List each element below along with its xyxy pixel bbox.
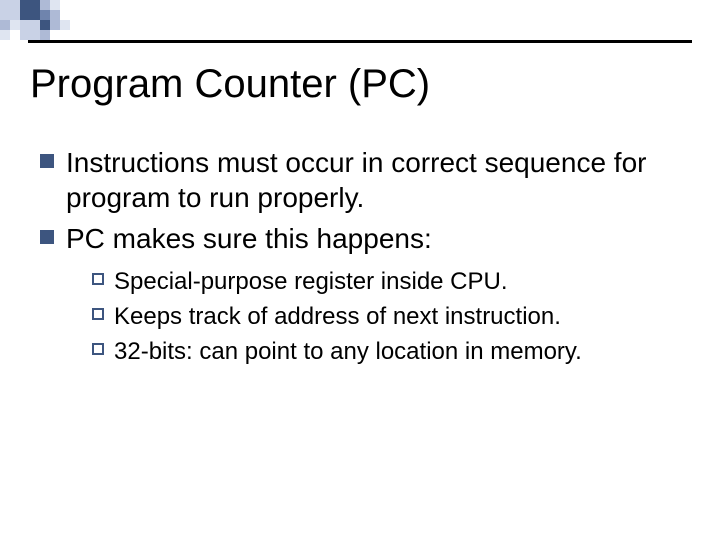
deco-square: [40, 10, 50, 20]
hollow-square-bullet-icon: [92, 308, 104, 320]
deco-square: [40, 0, 50, 10]
bullet-level2: Special-purpose register inside CPU.: [92, 266, 680, 297]
sub-bullet-group: Special-purpose register inside CPU. Kee…: [92, 266, 680, 368]
deco-square: [0, 30, 10, 40]
bullet-text: Instructions must occur in correct seque…: [66, 145, 680, 215]
deco-square: [50, 20, 60, 30]
text-emphasis: address of next instruction: [274, 303, 554, 330]
deco-square: [40, 30, 50, 40]
bullet-text: Keeps track of address of next instructi…: [114, 301, 561, 332]
bullet-text: PC makes sure this happens:: [66, 221, 432, 256]
deco-square: [60, 20, 70, 30]
bullet-level2: Keeps track of address of next instructi…: [92, 301, 680, 332]
text-emphasis: 32-bits:: [114, 338, 193, 365]
square-bullet-icon: [40, 154, 54, 168]
hollow-square-bullet-icon: [92, 343, 104, 355]
bullet-text: Special-purpose register inside CPU.: [114, 266, 508, 297]
hollow-square-bullet-icon: [92, 273, 104, 285]
square-bullet-icon: [40, 230, 54, 244]
deco-square: [50, 0, 60, 10]
text-run: Instructions must occur in: [66, 147, 391, 178]
text-run: register inside CPU.: [287, 268, 507, 295]
text-run: can point to any location in memory.: [193, 338, 582, 365]
deco-square: [20, 0, 40, 20]
text-run: .: [554, 303, 561, 330]
deco-square: [40, 20, 50, 30]
bullet-level1: PC makes sure this happens:: [40, 221, 680, 256]
bullet-level1: Instructions must occur in correct seque…: [40, 145, 680, 215]
deco-square: [0, 20, 10, 30]
slide: Program Counter (PC) Instructions must o…: [0, 0, 720, 540]
bullet-text: 32-bits: can point to any location in me…: [114, 336, 582, 367]
corner-decoration: [0, 0, 140, 40]
deco-square: [0, 0, 20, 20]
deco-square: [20, 20, 40, 40]
text-run: Keeps track of: [114, 303, 274, 330]
slide-title: Program Counter (PC): [30, 62, 430, 107]
slide-body: Instructions must occur in correct seque…: [40, 145, 680, 372]
text-emphasis: correct sequence: [391, 147, 606, 178]
title-rule: [28, 40, 692, 43]
bullet-level2: 32-bits: can point to any location in me…: [92, 336, 680, 367]
text-emphasis: Special-purpose: [114, 268, 287, 295]
deco-square: [50, 10, 60, 20]
deco-square: [10, 20, 20, 30]
